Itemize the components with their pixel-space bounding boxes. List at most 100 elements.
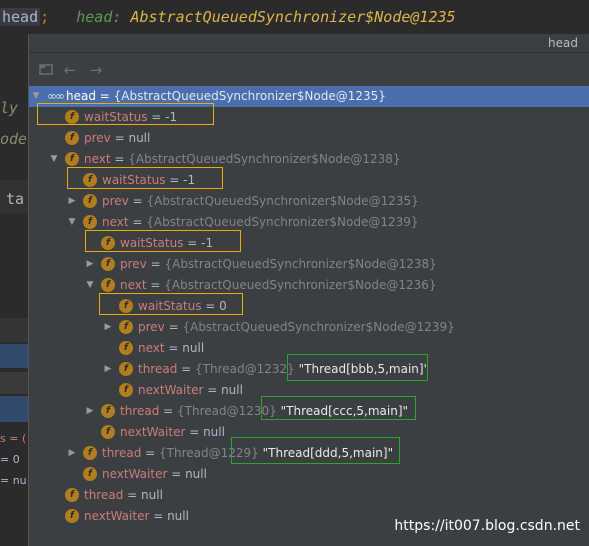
variable-type: {AbstractQueuedSynchronizer$Node@1236} <box>164 278 437 292</box>
thread-value-highlight <box>287 354 428 381</box>
popup-title-bar[interactable]: head <box>29 34 589 53</box>
variable-name: head <box>66 89 96 103</box>
equals-sign: = <box>141 446 160 460</box>
collapse-arrow-icon[interactable]: ▼ <box>67 212 77 233</box>
equals-sign: = <box>95 89 114 103</box>
equals-sign: = <box>164 320 183 334</box>
variable-type: {Thread@1232} <box>195 362 295 376</box>
variable-type: {AbstractQueuedSynchronizer$Node@1238} <box>128 152 401 166</box>
variable-value: null <box>221 383 243 397</box>
editor-panel-divider <box>0 318 28 342</box>
equals-sign: = <box>203 383 222 397</box>
field-icon: f <box>101 425 115 439</box>
variable-name: thread <box>84 488 124 502</box>
tree-row[interactable]: ▶ f prev = {AbstractQueuedSynchronizer$Nod… <box>29 317 589 338</box>
tree-row-label: prev = null <box>84 128 150 149</box>
tree-row[interactable]: f thread = null <box>29 485 589 506</box>
debugger-popup: head ← → ▼ ∞∞ head = {AbstractQueuedSynchr… <box>28 34 589 546</box>
popup-toolbar: ← → <box>29 53 589 88</box>
head-token[interactable]: head <box>0 8 41 26</box>
equals-sign: = <box>167 467 186 481</box>
equals-sign: = <box>128 215 147 229</box>
tree-row-label: nextWaiter = null <box>84 506 189 527</box>
thread-value-highlight <box>231 437 400 464</box>
variable-value: null <box>182 341 205 355</box>
back-arrow-icon[interactable]: ← <box>61 61 79 79</box>
tree-row-label: prev = {AbstractQueuedSynchronizer$Node@… <box>138 317 455 338</box>
field-icon: f <box>119 362 133 376</box>
variable-name: prev <box>120 257 147 271</box>
tree-row-label: next = null <box>138 338 204 359</box>
field-icon: f <box>83 215 97 229</box>
variable-value: null <box>203 425 225 439</box>
variable-name: thread <box>120 404 160 418</box>
variable-type: {AbstractQueuedSynchronizer$Node@1239} <box>182 320 455 334</box>
waitstatus-highlight <box>85 230 241 252</box>
variable-type: {AbstractQueuedSynchronizer$Node@1235} <box>113 89 386 103</box>
field-icon: f <box>65 509 79 523</box>
equals-sign: = <box>110 152 129 166</box>
field-icon: f <box>65 152 79 166</box>
editor-code-line: head; head: AbstractQueuedSynchronizer$N… <box>0 0 589 36</box>
variable-name: next <box>84 152 111 166</box>
thread-value-highlight <box>261 396 416 420</box>
tree-row[interactable]: f nextWaiter = null <box>29 464 589 485</box>
variable-name: prev <box>102 194 129 208</box>
tree-row-label: thread = null <box>84 485 163 506</box>
watermark: https://it007.blog.csdn.net <box>394 518 580 534</box>
editor-fragment: = 0 <box>0 453 20 466</box>
field-icon: f <box>65 488 79 502</box>
expand-arrow-icon[interactable]: ▶ <box>103 359 113 380</box>
tree-row-label: nextWaiter = null <box>138 380 243 401</box>
collapse-arrow-icon[interactable]: ▼ <box>85 275 95 296</box>
semicolon-token: ; <box>40 8 50 26</box>
variable-name: prev <box>84 131 111 145</box>
equals-sign: = <box>110 131 129 145</box>
equals-sign: = <box>164 341 183 355</box>
editor-panel-divider <box>0 372 28 394</box>
variable-name: nextWaiter <box>138 383 204 397</box>
tree-row-label: prev = {AbstractQueuedSynchronizer$Node@… <box>120 254 437 275</box>
expand-arrow-icon[interactable]: ▶ <box>67 443 77 464</box>
variable-name: prev <box>138 320 165 334</box>
tree-row[interactable]: ▶ f prev = {AbstractQueuedSynchronizer$Nod… <box>29 191 589 212</box>
variable-name: nextWaiter <box>120 425 186 439</box>
equals-sign: = <box>185 425 204 439</box>
field-icon: f <box>83 194 97 208</box>
waitstatus-highlight <box>67 167 223 189</box>
equals-sign: = <box>128 194 147 208</box>
popup-title: head <box>548 36 578 50</box>
variable-name: nextWaiter <box>84 509 150 523</box>
editor-fragment: s = ( <box>0 432 27 445</box>
equals-sign: = <box>149 509 168 523</box>
variable-name: next <box>120 278 147 292</box>
field-icon: f <box>83 446 97 460</box>
tree-row-label: nextWaiter = null <box>102 464 207 485</box>
waitstatus-highlight <box>37 103 214 125</box>
variable-value: null <box>167 509 189 523</box>
editor-fragment: = nu <box>0 474 27 487</box>
editor-fragment: ta <box>6 190 25 208</box>
field-icon: f <box>119 320 133 334</box>
collapse-arrow-icon[interactable]: ▼ <box>49 149 59 170</box>
field-icon: f <box>101 404 115 418</box>
variable-name: thread <box>102 446 142 460</box>
editor-selected-frame <box>0 344 28 368</box>
variable-value: null <box>185 467 207 481</box>
equals-sign: = <box>177 362 196 376</box>
inline-hint-name: head: <box>76 8 122 26</box>
expand-arrow-icon[interactable]: ▶ <box>67 191 77 212</box>
expand-arrow-icon[interactable]: ▶ <box>85 401 95 422</box>
forward-arrow-icon[interactable]: → <box>87 61 105 79</box>
variable-name: nextWaiter <box>102 467 168 481</box>
variable-type: {AbstractQueuedSynchronizer$Node@1235} <box>146 194 419 208</box>
expand-arrow-icon[interactable]: ▶ <box>103 317 113 338</box>
editor-fragment: ly <box>0 99 19 117</box>
tree-row[interactable]: f prev = null <box>29 128 589 149</box>
variable-value: null <box>128 131 151 145</box>
field-icon: f <box>119 383 133 397</box>
view-icon[interactable] <box>37 61 55 79</box>
expand-arrow-icon[interactable]: ▶ <box>85 254 95 275</box>
tree-row[interactable]: ▶ f prev = {AbstractQueuedSynchronizer$Nod… <box>29 254 589 275</box>
variable-name: next <box>102 215 129 229</box>
